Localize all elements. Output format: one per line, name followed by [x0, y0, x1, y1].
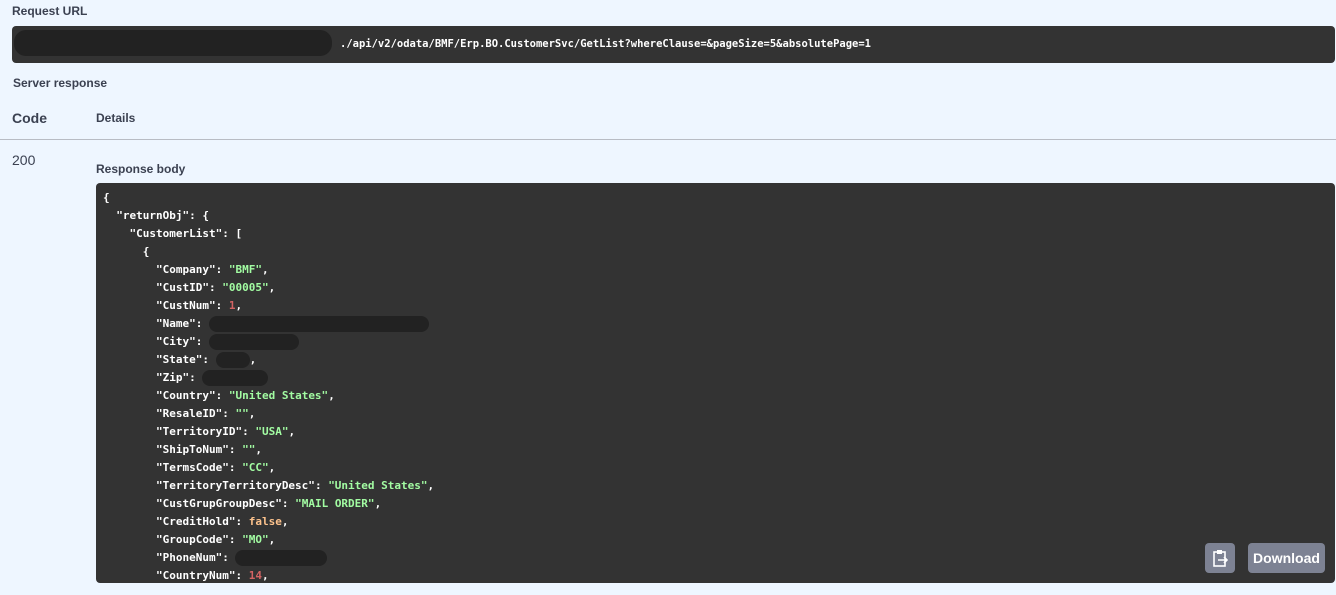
download-button[interactable]: Download	[1248, 543, 1325, 573]
json-value: "USA"	[255, 425, 289, 438]
json-key: "Name"	[155, 317, 196, 330]
redacted-value	[208, 334, 299, 350]
json-punct: {	[202, 209, 209, 222]
json-line: "CustNum": 1,	[155, 299, 243, 312]
json-line: "TerritoryID": "USA",	[155, 425, 296, 438]
code-column-header: Code	[12, 110, 47, 126]
json-line: "Zip":	[103, 369, 434, 387]
json-value: ""	[242, 443, 256, 456]
json-key: "State"	[155, 353, 203, 366]
redacted-value	[202, 370, 269, 386]
json-line: "ShipToNum": "",	[155, 443, 262, 456]
server-response-label: Server response	[13, 76, 108, 90]
json-line: "CountryNum": 14,	[155, 569, 269, 582]
request-url-text: ./api/v2/odata/BMF/Erp.BO.CustomerSvc/Ge…	[340, 38, 872, 50]
json-line: "returnObj": {	[116, 209, 209, 222]
json-key: "CountryNum"	[155, 569, 236, 582]
json-key: "CustID"	[155, 281, 209, 294]
json-line: "CreditHold": false,	[155, 515, 289, 528]
json-key: "CreditHold"	[155, 515, 236, 528]
json-line: "State": ,	[155, 352, 257, 368]
json-value: 1	[228, 299, 236, 312]
json-value: "MO"	[242, 533, 269, 546]
copy-to-clipboard-button[interactable]	[1205, 543, 1235, 573]
json-line: "CustID": "00005",	[155, 281, 276, 294]
json-key: "PhoneNum"	[155, 551, 223, 564]
json-key: "ResaleID"	[155, 407, 223, 420]
redacted-value	[235, 550, 328, 566]
json-key: "Company"	[155, 263, 216, 276]
json-key: "CustNum"	[155, 299, 216, 312]
json-value: false	[248, 515, 282, 528]
response-code: 200	[12, 152, 36, 168]
json-key: "City"	[155, 335, 196, 348]
json-value: "United States"	[328, 479, 428, 492]
json-line: "Company": "BMF",	[155, 263, 269, 276]
json-line: "ResaleID": "",	[155, 407, 256, 420]
json-line: {	[103, 189, 434, 207]
json-punct: {	[142, 245, 150, 258]
redacted-host	[14, 30, 332, 56]
json-key: "TerritoryTerritoryDesc"	[155, 479, 315, 492]
json-key: "Zip"	[155, 371, 190, 384]
request-url-label: Request URL	[12, 4, 88, 18]
json-key: "ShipToNum"	[155, 443, 229, 456]
json-key: "TerritoryID"	[155, 425, 243, 438]
json-line: "TerritoryTerritoryDesc": "United States…	[155, 479, 435, 492]
json-line: "CustomerList": [	[129, 227, 243, 240]
json-key: "TermsCode"	[155, 461, 229, 474]
json-key: "GroupCode"	[155, 533, 229, 546]
json-value: "00005"	[222, 281, 269, 294]
json-value: "BMF"	[228, 263, 262, 276]
json-value: 14	[248, 569, 262, 582]
json-key: "CustGrupGroupDesc"	[155, 497, 282, 510]
json-value: "United States"	[228, 389, 329, 402]
json-value: "MAIL ORDER"	[295, 497, 375, 510]
json-value: "CC"	[242, 461, 269, 474]
redacted-value	[208, 316, 429, 332]
json-line: "CustGrupGroupDesc": "MAIL ORDER",	[155, 497, 382, 510]
json-key: "returnObj"	[116, 209, 190, 222]
json-line: "Name":	[103, 315, 434, 333]
json-line: "City":	[103, 333, 434, 351]
response-body-label: Response body	[96, 162, 186, 176]
json-key: "CustomerList"	[129, 227, 223, 240]
json-punct: {	[103, 191, 110, 204]
json-line: "TermsCode": "CC",	[155, 461, 276, 474]
json-line: "PhoneNum":	[103, 549, 434, 567]
details-column-header: Details	[96, 111, 136, 125]
divider	[0, 139, 1336, 140]
clipboard-icon	[1213, 550, 1228, 567]
redacted-value	[215, 352, 250, 368]
response-body[interactable]: { "returnObj": { "CustomerList": [ { "Co…	[96, 183, 1335, 583]
request-url-box[interactable]: ./api/v2/odata/BMF/Erp.BO.CustomerSvc/Ge…	[12, 26, 1335, 63]
json-line: "GroupCode": "MO",	[155, 533, 276, 546]
json-key: "Country"	[155, 389, 216, 402]
json-punct: [	[235, 227, 243, 240]
json-line: {	[103, 243, 434, 261]
response-json: { "returnObj": { "CustomerList": [ { "Co…	[103, 189, 434, 583]
json-line: "Country": "United States",	[155, 389, 335, 402]
json-value: ""	[235, 407, 249, 420]
